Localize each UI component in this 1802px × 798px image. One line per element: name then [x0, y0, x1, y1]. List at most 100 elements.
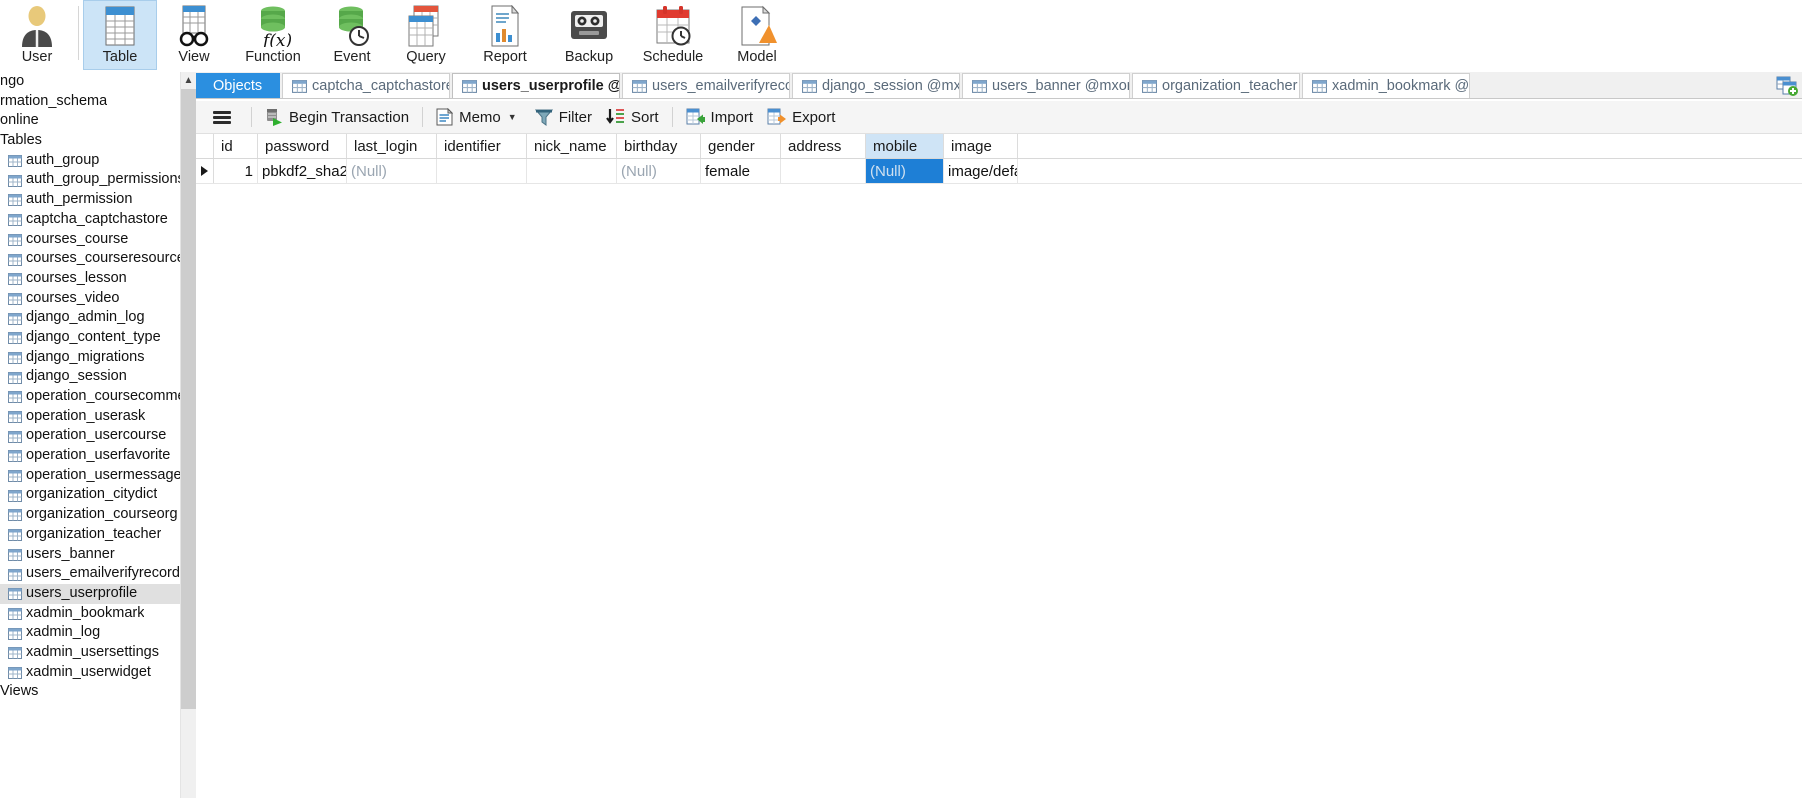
- ribbon-button-function[interactable]: f(x) Function: [231, 0, 315, 70]
- tree-item-node[interactable]: rmation_schema: [0, 92, 180, 112]
- column-header[interactable]: last_login: [347, 134, 437, 158]
- table-icon: [8, 587, 22, 601]
- ribbon-button-query[interactable]: Query: [389, 0, 463, 70]
- tree-item-table[interactable]: auth_group_permissions: [0, 170, 180, 190]
- grid-cell[interactable]: female: [701, 159, 781, 183]
- column-header[interactable]: password: [258, 134, 347, 158]
- grid-cell[interactable]: [527, 159, 617, 183]
- grid-cell[interactable]: (Null): [617, 159, 701, 183]
- editor-tab-strip[interactable]: Objects captcha_captchastore ... users_use…: [196, 72, 1802, 99]
- tree-item-table[interactable]: operation_usercourse: [0, 426, 180, 446]
- scroll-up-arrow-icon[interactable]: ▲: [181, 72, 196, 89]
- tab-objects[interactable]: Objects: [196, 73, 280, 98]
- tree-item-table[interactable]: courses_course: [0, 230, 180, 250]
- tab-table[interactable]: django_session @mx...: [792, 73, 960, 98]
- tree-item-node[interactable]: online: [0, 111, 180, 131]
- tree-item-table[interactable]: courses_video: [0, 289, 180, 309]
- tree-item-table[interactable]: django_admin_log: [0, 308, 180, 328]
- main-ribbon-toolbar: User Table View f(x) Function Event Quer…: [0, 0, 1802, 73]
- ribbon-button-table[interactable]: Table: [83, 0, 157, 70]
- tree-item-table[interactable]: django_migrations: [0, 348, 180, 368]
- database-object-tree[interactable]: ngo rmation_schema online Tables auth_group a…: [0, 72, 180, 798]
- button-label: Memo: [459, 108, 501, 126]
- grid-toolbar: Begin Transaction Memo ▼ Filter Sort Imp…: [196, 101, 1802, 134]
- import-button[interactable]: Import: [679, 104, 761, 130]
- ribbon-button-user[interactable]: User: [0, 0, 74, 70]
- column-header[interactable]: address: [781, 134, 866, 158]
- tree-item-node[interactable]: Tables: [0, 131, 180, 151]
- grid-cell[interactable]: [781, 159, 866, 183]
- column-header[interactable]: mobile: [866, 134, 944, 158]
- table-icon: [8, 607, 22, 620]
- grid-cell[interactable]: (Null): [866, 159, 944, 183]
- tab-label: django_session @mx...: [822, 78, 960, 94]
- tree-item-table[interactable]: xadmin_bookmark: [0, 604, 180, 624]
- column-header[interactable]: nick_name: [527, 134, 617, 158]
- tree-item-table[interactable]: django_session: [0, 367, 180, 387]
- tree-item-table[interactable]: xadmin_userwidget: [0, 663, 180, 683]
- tree-item-table[interactable]: captcha_captchastore: [0, 210, 180, 230]
- table-row[interactable]: 1pbkdf2_sha256(Null)(Null)female(Null)im…: [196, 159, 1802, 184]
- tab-table[interactable]: captcha_captchastore ...: [282, 73, 450, 98]
- grid-cell[interactable]: pbkdf2_sha256: [258, 159, 347, 183]
- scrollbar-thumb[interactable]: [181, 89, 196, 709]
- grid-cell[interactable]: [437, 159, 527, 183]
- column-header[interactable]: image: [944, 134, 1018, 158]
- filter-button[interactable]: Filter: [528, 104, 599, 130]
- column-header[interactable]: birthday: [617, 134, 701, 158]
- grid-cell[interactable]: (Null): [347, 159, 437, 183]
- tab-table[interactable]: users_userprofile @m...: [452, 73, 620, 98]
- ribbon-label: View: [178, 49, 210, 65]
- tree-item-table[interactable]: organization_citydict: [0, 485, 180, 505]
- ribbon-label: Function: [245, 49, 301, 65]
- column-header[interactable]: id: [214, 134, 258, 158]
- tree-item-table[interactable]: users_emailverifyrecord: [0, 564, 180, 584]
- ribbon-button-schedule[interactable]: Schedule: [631, 0, 715, 70]
- sort-button[interactable]: Sort: [599, 104, 666, 130]
- row-selector[interactable]: [196, 159, 214, 183]
- tree-item-table[interactable]: operation_userfavorite: [0, 446, 180, 466]
- column-header[interactable]: identifier: [437, 134, 527, 158]
- tab-table[interactable]: users_banner @mxonl...: [962, 73, 1130, 98]
- tree-item-table[interactable]: django_content_type: [0, 328, 180, 348]
- tree-item-table[interactable]: courses_courseresource: [0, 249, 180, 269]
- tree-item-table[interactable]: courses_lesson: [0, 269, 180, 289]
- tree-item-table[interactable]: operation_coursecommer: [0, 387, 180, 407]
- tree-item-table[interactable]: operation_userask: [0, 407, 180, 427]
- tree-item-table[interactable]: xadmin_usersettings: [0, 643, 180, 663]
- tree-item-table[interactable]: auth_group: [0, 151, 180, 171]
- grid-body[interactable]: 1pbkdf2_sha256(Null)(Null)female(Null)im…: [196, 159, 1802, 184]
- tree-item-table[interactable]: users_banner: [0, 545, 180, 565]
- table-icon: [972, 79, 987, 93]
- ribbon-button-report[interactable]: Report: [463, 0, 547, 70]
- toolbar-separator: [671, 107, 673, 127]
- tree-item-table[interactable]: xadmin_log: [0, 623, 180, 643]
- begin-transaction-button[interactable]: Begin Transaction: [258, 104, 416, 130]
- chevron-down-icon[interactable]: ▼: [508, 112, 517, 122]
- data-grid[interactable]: id password last_login identifier nick_name b…: [196, 134, 1802, 798]
- tree-item-table[interactable]: organization_courseorg: [0, 505, 180, 525]
- tab-table[interactable]: users_emailverifyrecor...: [622, 73, 790, 98]
- export-button[interactable]: Export: [760, 104, 842, 130]
- tree-item-table[interactable]: organization_teacher: [0, 525, 180, 545]
- grid-cell[interactable]: 1: [214, 159, 258, 183]
- column-header[interactable]: gender: [701, 134, 781, 158]
- tree-item-node[interactable]: Views: [0, 682, 180, 702]
- new-object-button[interactable]: [1776, 76, 1798, 96]
- grid-cell[interactable]: image/defa: [944, 159, 1018, 183]
- grid-menu-button[interactable]: [196, 104, 245, 130]
- button-label: Filter: [558, 108, 593, 126]
- tab-table[interactable]: xadmin_bookmark @...: [1302, 73, 1470, 98]
- tree-item-table[interactable]: auth_permission: [0, 190, 180, 210]
- tree-item-node[interactable]: ngo: [0, 72, 180, 92]
- ribbon-button-model[interactable]: Model: [715, 0, 799, 70]
- ribbon-button-event[interactable]: Event: [315, 0, 389, 70]
- tab-table[interactable]: organization_teacher ...: [1132, 73, 1300, 98]
- tree-item-table[interactable]: operation_usermessage: [0, 466, 180, 486]
- ribbon-button-view[interactable]: View: [157, 0, 231, 70]
- ribbon-button-backup[interactable]: Backup: [547, 0, 631, 70]
- memo-button[interactable]: Memo ▼: [429, 104, 524, 130]
- tab-label: users_userprofile @m...: [482, 78, 619, 94]
- tree-item-table[interactable]: users_userprofile: [0, 583, 180, 604]
- sidebar-scrollbar[interactable]: ▲: [180, 72, 196, 798]
